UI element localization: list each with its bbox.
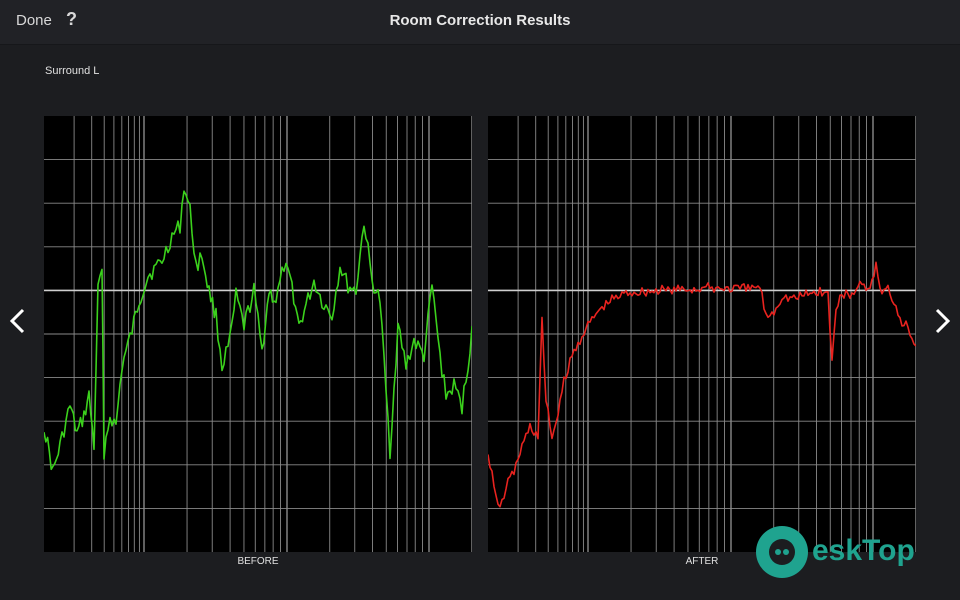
- before-caption: BEFORE: [237, 556, 279, 567]
- desktop-logo-icon: [756, 526, 808, 578]
- before-response-plot: [44, 116, 472, 552]
- watermark-text: eskTop: [812, 534, 915, 567]
- channel-label: Surround L: [45, 65, 100, 77]
- page-title: Room Correction Results: [389, 12, 571, 29]
- response-curve: [44, 190, 472, 471]
- watermark: eskTop: [752, 520, 952, 582]
- after-response-plot: [488, 116, 916, 552]
- after-graph: [488, 116, 916, 552]
- top-bar: Done ? Room Correction Results: [0, 0, 960, 45]
- previous-channel-button[interactable]: [6, 306, 30, 336]
- response-curve: [488, 261, 916, 508]
- chevron-left-icon: [9, 308, 25, 334]
- chevron-right-icon: [935, 308, 951, 334]
- next-channel-button[interactable]: [930, 306, 954, 336]
- before-graph: [44, 116, 472, 552]
